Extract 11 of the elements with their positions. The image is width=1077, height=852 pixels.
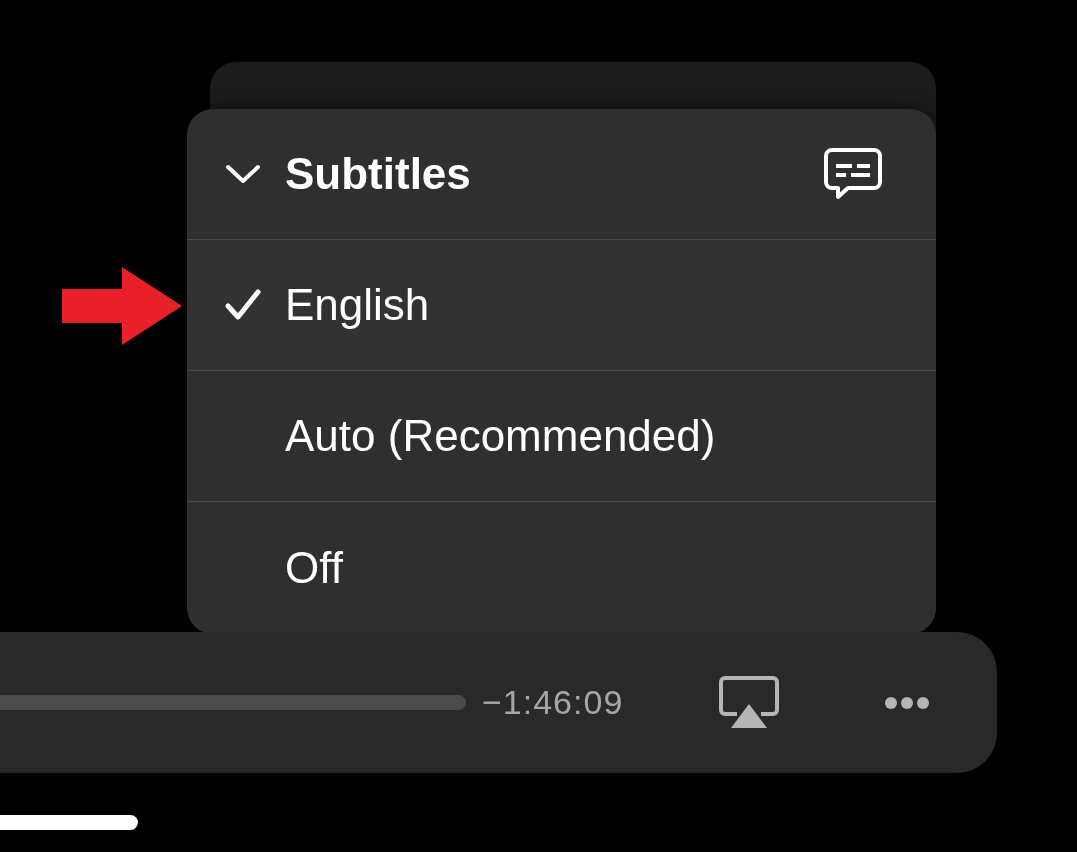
airplay-icon[interactable] xyxy=(719,675,780,730)
progress-track[interactable] xyxy=(0,695,466,710)
more-options-icon[interactable] xyxy=(885,696,930,709)
checkmark-icon xyxy=(225,289,261,321)
menu-item[interactable]: Off xyxy=(187,502,936,633)
menu-item[interactable]: English xyxy=(187,240,936,371)
subtitles-icon xyxy=(824,147,882,201)
pointer-arrow-icon xyxy=(62,267,182,345)
menu-item[interactable]: Auto (Recommended) xyxy=(187,371,936,502)
menu-title: Subtitles xyxy=(285,148,471,200)
remaining-time: −1:46:09 xyxy=(482,682,624,723)
